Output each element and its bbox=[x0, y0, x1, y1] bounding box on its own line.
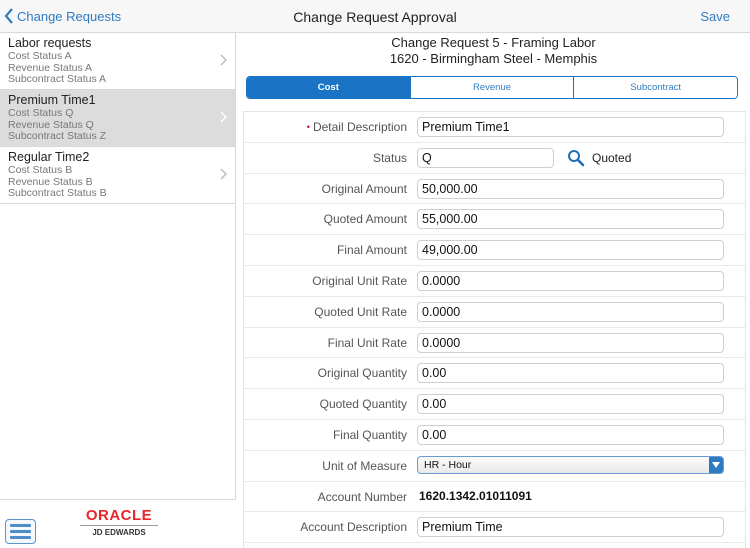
final-unit-rate-input[interactable] bbox=[417, 332, 724, 353]
job-title: 1620 - Birmingham Steel - Memphis bbox=[389, 51, 598, 66]
top-navigation-bar: Change Requests Change Request Approval … bbox=[0, 0, 750, 33]
chevron-right-icon bbox=[220, 54, 227, 66]
save-button[interactable]: Save bbox=[700, 9, 730, 24]
list-item-subcontract-status: Subcontract Status Z bbox=[8, 130, 107, 142]
list-item-labor-requests[interactable]: Labor requests Cost Status A Revenue Sta… bbox=[0, 33, 235, 90]
change-request-title: Change Request 5 - Framing Labor bbox=[391, 35, 596, 50]
list-item-title: Labor requests bbox=[8, 36, 92, 50]
form-row-final-amount: Final Amount bbox=[244, 235, 745, 266]
list-item-subcontract-status: Subcontract Status A bbox=[8, 73, 107, 85]
chevron-left-icon bbox=[4, 8, 13, 24]
field-label: Final Unit Rate bbox=[327, 335, 407, 350]
field-label: Quoted Unit Rate bbox=[314, 304, 407, 319]
final-quantity-input[interactable] bbox=[417, 424, 724, 445]
form-row-original-amount: Original Amount bbox=[244, 174, 745, 205]
sidebar: Labor requests Cost Status A Revenue Sta… bbox=[0, 33, 236, 548]
field-label: Quoted Quantity bbox=[319, 397, 407, 412]
quoted-unit-rate-input[interactable] bbox=[417, 301, 724, 322]
field-label: Unit of Measure bbox=[322, 458, 407, 473]
field-label: Quoted Amount bbox=[323, 212, 407, 227]
field-label: Status bbox=[372, 150, 407, 165]
list-item-premium-time1[interactable]: Premium Time1 Cost Status Q Revenue Stat… bbox=[0, 90, 235, 147]
form-row-status: Status Quoted bbox=[244, 143, 745, 174]
form-row-quoted-quantity: Quoted Quantity bbox=[244, 389, 745, 420]
unit-of-measure-select[interactable]: HR - Hour bbox=[417, 455, 724, 474]
list-item-cost-status: Cost Status A bbox=[8, 50, 72, 62]
segmented-control: Cost Revenue Subcontract bbox=[246, 76, 738, 99]
status-input[interactable] bbox=[417, 147, 554, 168]
back-button[interactable]: Change Requests bbox=[4, 8, 121, 24]
field-label: Original Quantity bbox=[317, 366, 407, 381]
field-label: Final Quantity bbox=[332, 427, 407, 442]
form-row-unit-of-measure: Unit of Measure HR - Hour bbox=[244, 451, 745, 482]
account-description-input[interactable] bbox=[417, 517, 724, 538]
original-unit-rate-input[interactable] bbox=[417, 270, 724, 291]
cost-form: •Detail Description Status Quoted Origin… bbox=[243, 111, 746, 548]
required-indicator-icon: • bbox=[306, 122, 310, 132]
hamburger-line bbox=[10, 536, 31, 539]
tab-revenue[interactable]: Revenue bbox=[409, 77, 574, 98]
list-item-subcontract-status: Subcontract Status B bbox=[8, 187, 107, 199]
detail-description-input[interactable] bbox=[417, 117, 724, 137]
field-label: Original Unit Rate bbox=[312, 273, 407, 288]
field-label-text: Detail Description bbox=[312, 120, 407, 134]
hamburger-line bbox=[10, 524, 31, 527]
search-icon[interactable] bbox=[567, 149, 585, 167]
form-row-original-unit-rate: Original Unit Rate bbox=[244, 266, 745, 297]
jd-edwards-wordmark: JD EDWARDS bbox=[92, 528, 146, 537]
oracle-wordmark: ORACLE bbox=[85, 507, 153, 524]
hamburger-line bbox=[10, 530, 31, 533]
field-label: Final Amount bbox=[336, 243, 407, 258]
original-quantity-input[interactable] bbox=[417, 363, 724, 384]
form-row-account-number: Account Number 1620.1342.01011091 bbox=[244, 482, 745, 513]
final-amount-input[interactable] bbox=[417, 240, 724, 261]
field-label: Account Number bbox=[317, 489, 407, 504]
field-label: • Detail Description bbox=[307, 120, 407, 134]
form-row-final-unit-rate: Final Unit Rate bbox=[244, 328, 745, 359]
unit-of-measure-value: HR - Hour bbox=[424, 458, 472, 471]
form-row-original-quantity: Original Quantity bbox=[244, 358, 745, 390]
detail-panel: Change Request 5 - Framing Labor 1620 - … bbox=[237, 33, 750, 548]
form-row-quoted-unit-rate: Quoted Unit Rate bbox=[244, 297, 745, 328]
chevron-right-icon bbox=[220, 111, 227, 123]
dropdown-arrow-icon bbox=[709, 456, 723, 473]
oracle-jd-edwards-logo: ORACLE JD EDWARDS bbox=[80, 507, 158, 538]
field-label: Original Amount bbox=[321, 181, 407, 196]
chevron-right-icon bbox=[220, 168, 227, 180]
list-item-regular-time2[interactable]: Regular Time2 Cost Status B Revenue Stat… bbox=[0, 147, 235, 204]
form-row-final-quantity: Final Quantity bbox=[244, 420, 745, 451]
list-item-title: Regular Time2 bbox=[8, 150, 90, 164]
list-item-cost-status: Cost Status Q bbox=[8, 107, 74, 119]
back-button-label: Change Requests bbox=[17, 8, 122, 24]
original-amount-input[interactable] bbox=[417, 178, 724, 199]
quoted-amount-input[interactable] bbox=[417, 209, 724, 230]
field-label: Account Description bbox=[300, 520, 407, 535]
list-item-title: Premium Time1 bbox=[8, 93, 96, 107]
sidebar-footer: ORACLE JD EDWARDS bbox=[0, 499, 236, 548]
quoted-quantity-input[interactable] bbox=[417, 394, 724, 415]
status-description: Quoted bbox=[592, 150, 632, 165]
tab-subcontract[interactable]: Subcontract bbox=[573, 77, 737, 98]
hamburger-menu-button[interactable] bbox=[5, 519, 36, 544]
list-item-cost-status: Cost Status B bbox=[8, 164, 73, 176]
form-row-account-description: Account Description bbox=[244, 512, 745, 544]
tab-cost[interactable]: Cost bbox=[247, 77, 410, 98]
logo-divider bbox=[80, 525, 158, 526]
account-number-value: 1620.1342.01011091 bbox=[419, 488, 532, 503]
form-row-detail-description: • Detail Description bbox=[244, 112, 745, 143]
form-row-quoted-amount: Quoted Amount bbox=[244, 204, 745, 236]
